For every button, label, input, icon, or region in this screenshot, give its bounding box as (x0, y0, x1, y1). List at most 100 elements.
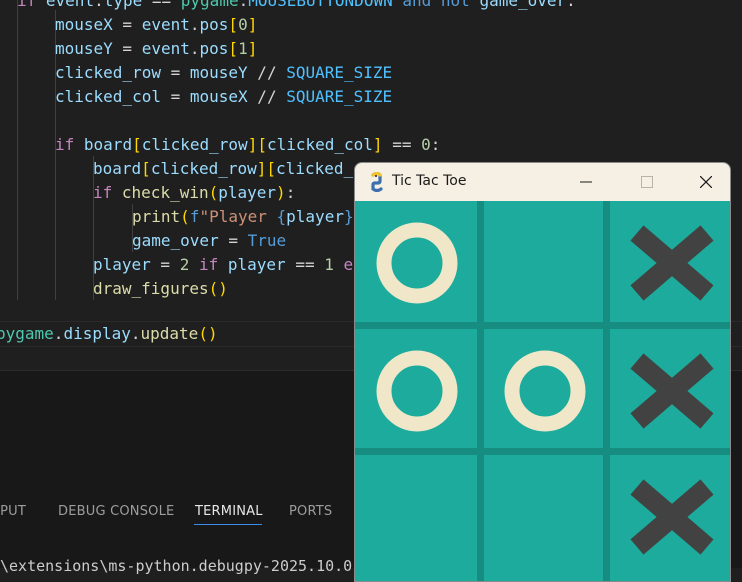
code-token: and (402, 0, 432, 10)
tab-debug-console[interactable]: DEBUG CONSOLE (58, 504, 174, 519)
code-token: ) (276, 183, 286, 202)
code-token: clicked_row (55, 63, 161, 82)
code-token: == (382, 135, 422, 154)
code-token: if (198, 255, 219, 274)
code-token: mouseY (55, 39, 113, 58)
code-token: pos (199, 15, 229, 34)
code-token: game_over (479, 0, 567, 10)
code-token: clicked_col (266, 135, 373, 154)
code-token: = (112, 39, 142, 58)
code-token: event (141, 15, 190, 34)
code-line: if check_win(player): (93, 181, 295, 205)
code-token: = (150, 255, 180, 274)
code-token: ( (180, 207, 190, 226)
code-token: mouseX (55, 15, 113, 34)
code-token: player (227, 255, 286, 274)
code-token: "Player (199, 207, 277, 226)
code-token: . (53, 324, 64, 343)
code-token: 1 (324, 255, 334, 274)
pygame-snake-icon (371, 172, 383, 192)
code-line: mouseX = event.pos[0] (55, 13, 257, 37)
code-token: if (93, 183, 113, 202)
code-token: : (285, 183, 296, 202)
close-button[interactable] (683, 163, 729, 201)
code-token: } (343, 207, 354, 226)
tab-terminal[interactable]: TERMINAL (195, 504, 263, 519)
board-cell-1-2[interactable] (609, 329, 729, 449)
code-token: . (130, 324, 141, 343)
board-cell-1-0[interactable] (355, 329, 475, 449)
code-token: ][ (256, 159, 277, 178)
code-token: update (140, 324, 199, 343)
code-token: display (63, 324, 131, 343)
maximize-button[interactable] (624, 163, 670, 201)
board-cell-2-1[interactable] (483, 455, 603, 575)
cross-mark (630, 479, 714, 555)
code-line: if board[clicked_row][clicked_col] == 0: (55, 133, 440, 157)
code-token: if (17, 0, 37, 10)
code-token: f (189, 207, 200, 226)
code-token: event (141, 39, 190, 58)
tab-ports[interactable]: PORTS (289, 504, 332, 519)
code-line: pygame.display.update() (0, 322, 218, 346)
maximize-icon (641, 176, 653, 188)
code-token: True (247, 231, 287, 250)
code-token: draw_figures (93, 279, 209, 298)
code-token: () (208, 279, 228, 298)
window-titlebar[interactable]: Tic Tac Toe (355, 163, 730, 201)
code-token: print (132, 207, 181, 226)
code-token: ( (208, 183, 219, 202)
active-tab-indicator (194, 524, 262, 525)
code-line: clicked_row = mouseY // SQUARE_SIZE (55, 61, 392, 85)
board-cell-0-2[interactable] (609, 201, 729, 321)
code-token: () (198, 324, 218, 343)
code-token: clicked_row (141, 135, 248, 154)
grid-line-horizontal (355, 322, 730, 329)
board-cell-0-0[interactable] (355, 201, 475, 321)
code-token: [ (132, 135, 142, 154)
code-token: . (189, 15, 200, 34)
code-token: : (566, 0, 576, 10)
code-token: mouseX (189, 87, 248, 106)
code-token: type (103, 0, 143, 10)
code-token: pygame (180, 0, 239, 10)
code-token: ] (247, 39, 258, 58)
code-token: 0 (421, 135, 431, 154)
board-cell-2-2[interactable] (609, 455, 729, 575)
code-token: mouseY (189, 63, 248, 82)
tab-output[interactable]: TPUT (0, 504, 26, 519)
code-token: == (142, 0, 181, 10)
code-token: ] (372, 135, 383, 154)
code-token: = (160, 87, 190, 106)
code-token: ][ (247, 135, 267, 154)
window-title: Tic Tac Toe (392, 173, 467, 189)
code-token: [ (228, 39, 239, 58)
code-token: pos (199, 39, 229, 58)
tic-tac-toe-window[interactable]: Tic Tac Toe (354, 162, 731, 582)
code-token: [ (141, 159, 151, 178)
code-token: not (440, 0, 470, 10)
board-cell-0-1[interactable] (483, 201, 603, 321)
board-cell-1-1[interactable] (483, 329, 603, 449)
code-token: . (189, 39, 200, 58)
minimize-button[interactable] (563, 163, 609, 201)
code-token: = (218, 231, 248, 250)
code-token: 1 (238, 39, 248, 58)
code-line: draw_figures() (93, 277, 228, 301)
code-token: // (247, 63, 287, 82)
code-line: game_over = True (132, 229, 286, 253)
code-token: SQUARE_SIZE (286, 63, 393, 82)
code-token: pygame (0, 324, 54, 343)
indent-guide (17, 0, 18, 300)
terminal-output[interactable]: \extensions\ms-python.debugpy-2025.10.0 (0, 557, 352, 575)
code-token: player (93, 255, 151, 274)
game-board[interactable] (355, 201, 730, 581)
code-token: clicked_col (55, 87, 161, 106)
board-cell-2-0[interactable] (355, 455, 475, 575)
code-token: = (112, 15, 142, 34)
